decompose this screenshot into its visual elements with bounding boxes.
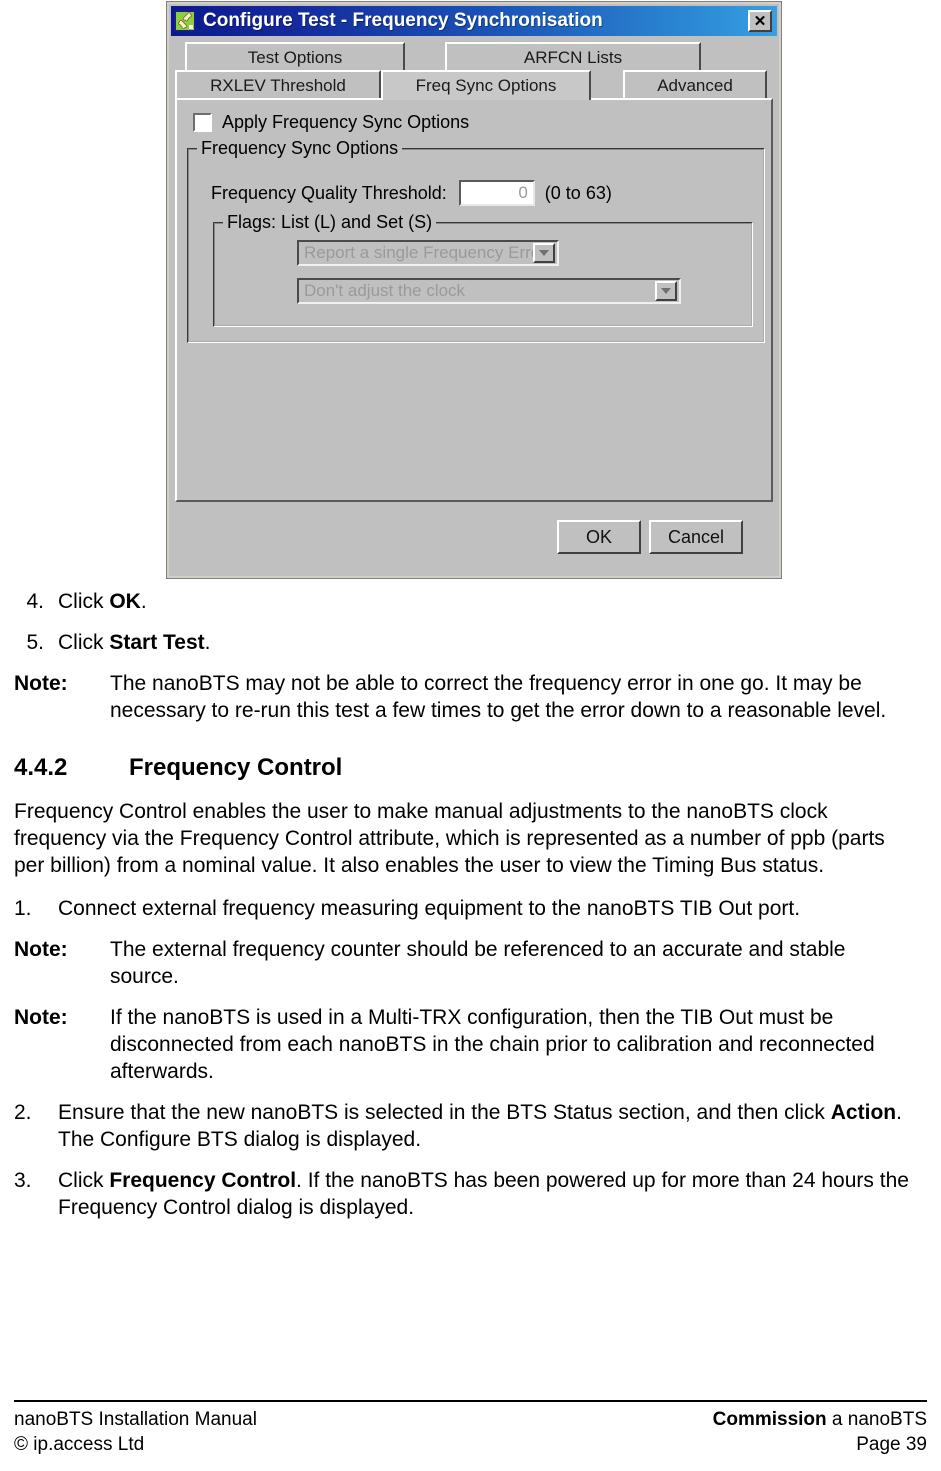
flag-list-combo-value: Report a single Frequency Error xyxy=(304,243,533,262)
list-item-step-4: 4. Click OK. xyxy=(0,588,941,615)
cancel-button[interactable]: Cancel xyxy=(649,520,743,554)
tab-label: Freq Sync Options xyxy=(415,76,557,95)
footer-copyright: © ip.access Ltd xyxy=(14,1434,145,1455)
apply-frequency-sync-options-label: Apply Frequency Sync Options xyxy=(222,112,470,132)
ok-button[interactable]: OK xyxy=(557,520,641,554)
flags-group: Flags: List (L) and Set (S) Report a sin… xyxy=(213,212,753,327)
list-item-step-5: 5. Click Start Test. xyxy=(0,629,941,656)
page-footer: nanoBTS Installation Manual Commission a… xyxy=(14,1400,927,1457)
frequency-quality-threshold-input[interactable]: 0 xyxy=(458,180,535,206)
note-label: Note: xyxy=(14,1006,68,1029)
note-text: If the nanoBTS is used in a Multi-TRX co… xyxy=(110,1006,875,1083)
frequency-quality-threshold-label: Frequency Quality Threshold: xyxy=(211,182,447,203)
list-item-step-3: 3. Click Frequency Control. If the nanoB… xyxy=(0,1167,941,1221)
step-text: Connect external frequency measuring equ… xyxy=(58,897,801,920)
step-text: Click Start Test. xyxy=(58,631,211,654)
section-title: Frequency Control xyxy=(129,754,343,781)
dialog-button-bar: OK Cancel xyxy=(175,508,773,572)
note-block-1: Note: The nanoBTS may not be able to cor… xyxy=(0,670,941,724)
apply-frequency-sync-options-checkbox[interactable] xyxy=(193,113,212,132)
tab-freq-sync-options[interactable]: Freq Sync Options xyxy=(381,70,591,100)
document-body: 4. Click OK. 5. Click Start Test. Note: … xyxy=(0,588,941,1235)
tab-advanced[interactable]: Advanced xyxy=(623,70,767,100)
chevron-down-icon[interactable] xyxy=(655,281,677,301)
apply-frequency-sync-options-row[interactable]: Apply Frequency Sync Options xyxy=(193,112,469,133)
frequency-sync-options-group: Frequency Sync Options Frequency Quality… xyxy=(187,138,765,343)
tab-label: RXLEV Threshold xyxy=(210,76,346,95)
footer-manual-title: nanoBTS Installation Manual xyxy=(14,1409,257,1430)
tab-rxlev-threshold[interactable]: RXLEV Threshold xyxy=(175,70,381,100)
footer-chapter: Commission a nanoBTS xyxy=(712,1409,927,1430)
step-number: 4. xyxy=(26,590,44,613)
step-number: 5. xyxy=(26,631,44,654)
close-icon[interactable]: ✕ xyxy=(748,10,772,32)
section-number: 4.4.2 xyxy=(14,754,68,781)
tab-label: Advanced xyxy=(657,76,733,95)
tab-row-lower: RXLEV Threshold Freq Sync Options Advanc… xyxy=(175,70,773,100)
note-label: Note: xyxy=(14,938,68,961)
tab-strip: Test Options ARFCN Lists RXLEV Threshold… xyxy=(175,42,773,100)
chevron-down-icon[interactable] xyxy=(533,243,555,263)
footer-row-top: nanoBTS Installation Manual Commission a… xyxy=(14,1407,927,1432)
step-number: 3. xyxy=(14,1169,32,1192)
tab-arfcn-lists[interactable]: ARFCN Lists xyxy=(445,42,701,72)
bold-term: Action xyxy=(830,1101,897,1124)
note-block-2: Note: The external frequency counter sho… xyxy=(0,936,941,990)
list-item-step-1: 1. Connect external frequency measuring … xyxy=(0,895,941,922)
dialog-title: Configure Test - Frequency Synchronisati… xyxy=(203,10,603,31)
flags-group-title: Flags: List (L) and Set (S) xyxy=(223,212,437,233)
configure-test-dialog: Configure Test - Frequency Synchronisati… xyxy=(167,2,781,578)
tab-label: Test Options xyxy=(247,48,343,67)
step-text: Click OK. xyxy=(58,590,147,613)
page-title: 4.4.2 Frequency Control xyxy=(14,754,941,782)
bold-term: OK xyxy=(109,590,141,613)
dialog-titlebar[interactable]: Configure Test - Frequency Synchronisati… xyxy=(171,6,777,36)
procedure-list: 1. Connect external frequency measuring … xyxy=(0,895,941,1221)
tab-test-options[interactable]: Test Options xyxy=(185,42,405,72)
bone-icon xyxy=(174,10,196,32)
step-number: 2. xyxy=(14,1101,32,1124)
note-label: Note: xyxy=(14,672,68,695)
step-text: Ensure that the new nanoBTS is selected … xyxy=(58,1101,902,1151)
step-text: Click Frequency Control. If the nanoBTS … xyxy=(58,1169,909,1219)
dialog-client-area: Apply Frequency Sync Options Frequency S… xyxy=(175,98,773,502)
frequency-sync-options-group-title: Frequency Sync Options xyxy=(197,138,403,159)
note-text: The external frequency counter should be… xyxy=(110,938,846,988)
tab-label: ARFCN Lists xyxy=(523,48,623,67)
tab-row-upper: Test Options ARFCN Lists xyxy=(175,42,773,72)
bold-term: Start Test xyxy=(109,631,205,654)
frequency-quality-threshold-range: (0 to 63) xyxy=(544,182,612,203)
note-block-3: Note: If the nanoBTS is used in a Multi-… xyxy=(0,1004,941,1085)
flag-set-combo-value: Don't adjust the clock xyxy=(304,281,466,300)
bold-term: Frequency Control xyxy=(109,1169,297,1192)
flag-set-combo[interactable]: Don't adjust the clock xyxy=(297,278,681,304)
intro-paragraph: Frequency Control enables the user to ma… xyxy=(14,800,885,877)
note-text: The nanoBTS may not be able to correct t… xyxy=(110,672,887,722)
footer-row-bottom: © ip.access Ltd Page 39 xyxy=(14,1432,927,1457)
flag-list-combo[interactable]: Report a single Frequency Error xyxy=(297,240,559,266)
list-item-step-2: 2. Ensure that the new nanoBTS is select… xyxy=(0,1099,941,1153)
frequency-quality-threshold-row: Frequency Quality Threshold: 0 (0 to 63) xyxy=(211,180,612,206)
footer-page-number: Page 39 xyxy=(856,1434,927,1455)
step-number: 1. xyxy=(14,897,32,920)
